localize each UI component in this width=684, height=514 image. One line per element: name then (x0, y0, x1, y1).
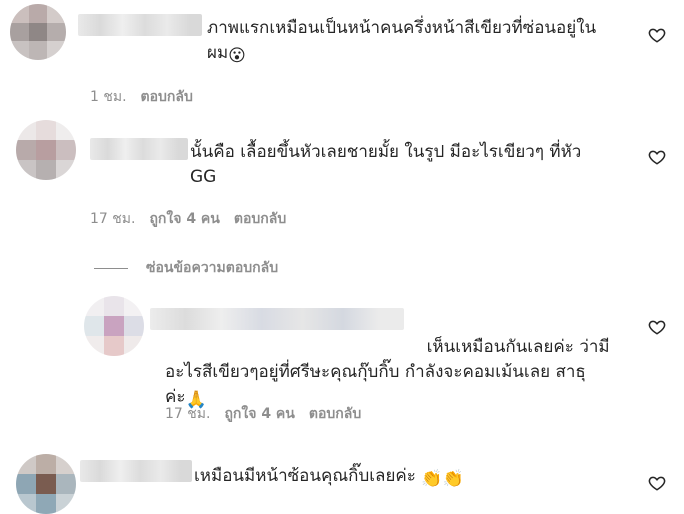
likes-count[interactable]: ถูกใจ 4 คน (224, 403, 294, 425)
reply-button[interactable]: ตอบกลับ (309, 403, 361, 425)
divider-line (94, 267, 128, 269)
comment-meta: 17 ชม. ถูกใจ 4 คน ตอบกลับ (90, 208, 286, 230)
comment-text: เหมือนมีหน้าซ้อนคุณกิ๊บเลยค่ะ 👏👏 (194, 464, 634, 492)
clapping-hands-emoji: 👏👏 (421, 469, 464, 489)
avatar[interactable] (16, 120, 76, 180)
username-blurred[interactable] (80, 460, 192, 482)
heart-outline-icon[interactable] (648, 148, 666, 166)
avatar[interactable] (84, 296, 144, 356)
comment-1: ภาพแรกเหมือนเป็นหน้าคนครึ่งหน้าสีเขียวที… (0, 0, 684, 110)
likes-count[interactable]: ถูกใจ 4 คน (149, 208, 219, 230)
timestamp: 1 ชม. (90, 89, 127, 105)
reply-button[interactable]: ตอบกลับ (234, 208, 286, 230)
comment-text: นั้นคือ เลื้อยขึ้นหัวเลยชายมั้ย ในรูป มี… (190, 142, 582, 187)
reply-comment: เห็นเหมือนกันเลยค่ะ ว่ามี อะไรสีเขียวๆอย… (0, 290, 684, 430)
comment-meta: 17 ชม. ถูกใจ 4 คน ตอบกลับ (165, 403, 361, 425)
comment-meta: 1 ชม. ตอบกลับ (90, 86, 193, 108)
username-blurred[interactable] (90, 138, 188, 160)
username-blurred[interactable] (78, 14, 202, 36)
heart-outline-icon[interactable] (648, 26, 666, 44)
timestamp: 17 ชม. (90, 211, 136, 227)
avatar[interactable] (10, 4, 66, 60)
heart-outline-icon[interactable] (648, 474, 666, 492)
heart-outline-icon[interactable] (648, 318, 666, 336)
hide-replies-label: ซ่อนข้อความตอบกลับ (146, 260, 279, 276)
astonished-emoji: 😮 (228, 46, 246, 66)
timestamp: 17 ชม. (165, 406, 211, 422)
comment-4: เหมือนมีหน้าซ้อนคุณกิ๊บเลยค่ะ 👏👏 (0, 448, 684, 514)
comment-2: นั้นคือ เลื้อยขึ้นหัวเลยชายมั้ย ในรูป มี… (0, 110, 684, 250)
hide-replies-button[interactable]: ซ่อนข้อความตอบกลับ (94, 257, 278, 279)
comment-text: ภาพแรกเหมือนเป็นหน้าคนครึ่งหน้าสีเขียวที… (207, 16, 637, 69)
avatar[interactable] (16, 454, 76, 514)
reply-button[interactable]: ตอบกลับ (141, 86, 193, 108)
